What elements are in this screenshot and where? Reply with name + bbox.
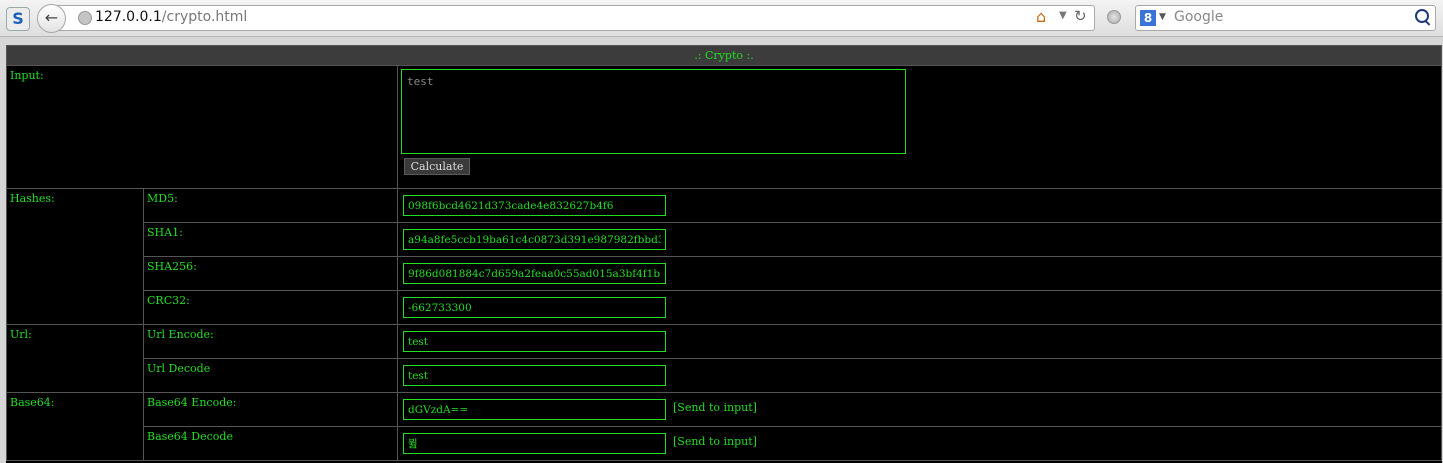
base64-decode-row: Base64 Decode [Send to input] (7, 426, 1442, 461)
url-encode-field[interactable] (403, 331, 666, 352)
sha1-label: SHA1: (147, 226, 183, 239)
base64-label: Base64: (10, 396, 55, 409)
search-bar[interactable]: 8 ▼ Google (1135, 5, 1436, 31)
crc32-field[interactable] (403, 297, 666, 318)
title-row: .: Crypto :. (6, 45, 1442, 66)
address-bar[interactable]: 127.0.0.1/crypto.html ⌂ ▼ ↻ (52, 5, 1095, 31)
base64-encode-field[interactable] (403, 399, 666, 420)
back-button[interactable]: ← (37, 4, 66, 33)
url-host: 127.0.0.1 (95, 9, 162, 25)
sha1-field[interactable] (403, 229, 666, 250)
md5-label: MD5: (147, 192, 178, 205)
send-to-input-link-decode[interactable]: [Send to input] (673, 435, 757, 448)
hashes-label: Hashes: (10, 192, 55, 205)
url-decode-label: Url Decode (147, 362, 211, 375)
reload-icon[interactable]: ↻ (1074, 7, 1087, 25)
base64-decode-label: Base64 Decode (147, 430, 233, 443)
download-icon[interactable] (1107, 10, 1121, 24)
search-icon[interactable] (1415, 9, 1429, 23)
calculate-button[interactable]: Calculate (404, 158, 470, 175)
input-row: Input: test Calculate (6, 65, 1442, 189)
url-path: /crypto.html (161, 9, 248, 25)
crypto-table: .: Crypto :. Input: test Calculate Hashe… (6, 45, 1442, 461)
page-title: .: Crypto :. (6, 45, 1442, 66)
md5-field[interactable] (403, 195, 666, 216)
hash-row-crc32: CRC32: (7, 290, 1442, 325)
app-logo-icon[interactable]: S (6, 7, 30, 31)
history-dropdown-icon[interactable]: ▼ (1059, 10, 1067, 21)
url-text[interactable]: 127.0.0.1/crypto.html (95, 9, 247, 25)
sha256-label: SHA256: (147, 260, 197, 273)
base64-encode-label: Base64 Encode: (147, 396, 237, 409)
send-to-input-link-encode[interactable]: [Send to input] (673, 401, 757, 414)
sha256-field[interactable] (403, 263, 666, 284)
base64-decode-field[interactable] (403, 433, 666, 454)
search-placeholder[interactable]: Google (1174, 9, 1223, 25)
browser-toolbar: S 127.0.0.1/crypto.html ⌂ ▼ ↻ ← 8 ▼ Goog… (0, 0, 1443, 37)
google-icon[interactable]: 8 (1140, 10, 1156, 26)
back-arrow-icon: ← (44, 8, 59, 27)
url-decode-field[interactable] (403, 365, 666, 386)
hash-row-sha1: SHA1: (7, 222, 1442, 257)
hash-row-sha256: SHA256: (7, 256, 1442, 291)
url-encode-label: Url Encode: (147, 328, 214, 341)
base64-encode-row: Base64: Base64 Encode: [Send to input] (6, 392, 1442, 461)
search-engine-dropdown-icon[interactable]: ▼ (1159, 12, 1166, 22)
url-label: Url: (10, 328, 32, 341)
hash-row-md5: Hashes: MD5: (6, 188, 1442, 325)
url-encode-row: Url: Url Encode: (6, 324, 1442, 393)
input-textarea[interactable]: test (401, 69, 906, 154)
crc32-label: CRC32: (147, 294, 190, 307)
home-icon[interactable]: ⌂ (1036, 7, 1046, 26)
crypto-page: .: Crypto :. Input: test Calculate Hashe… (6, 45, 1442, 463)
input-label: Input: (10, 69, 44, 82)
url-decode-row: Url Decode (7, 358, 1442, 393)
site-identity-icon[interactable] (78, 11, 92, 25)
